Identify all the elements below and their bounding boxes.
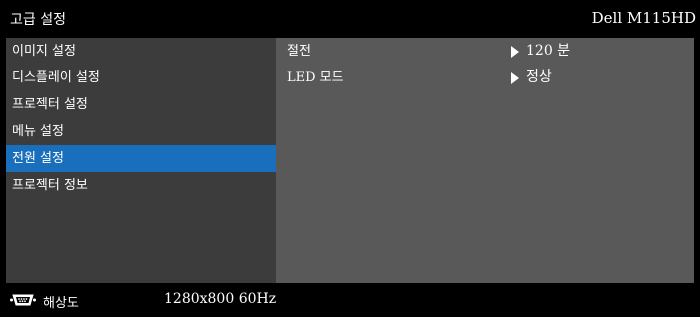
menu-item-image-settings[interactable]: 이미지 설정 xyxy=(6,38,276,65)
projector-osd: 고급 설정 Dell M115HD 이미지 설정 디스플레이 설정 프로젝터 설… xyxy=(0,0,700,317)
setting-label: LED 모드 xyxy=(287,70,344,85)
setting-row-power-saving[interactable]: 절전 120 분 xyxy=(276,38,694,65)
title-bar: 고급 설정 Dell M115HD xyxy=(0,0,700,38)
status-bar: 해상도 1280x800 60Hz xyxy=(0,283,700,317)
menu-item-projector-info[interactable]: 프로젝터 정보 xyxy=(6,172,276,199)
vga-connector-icon xyxy=(10,294,36,306)
triangle-right-icon xyxy=(511,46,519,58)
setting-value: 정상 xyxy=(526,69,552,85)
menu-item-menu-settings[interactable]: 메뉴 설정 xyxy=(6,118,276,145)
menu-item-power-settings[interactable]: 전원 설정 xyxy=(6,145,276,172)
triangle-right-icon xyxy=(511,72,519,84)
settings-menu: 이미지 설정 디스플레이 설정 프로젝터 설정 메뉴 설정 전원 설정 프로젝터… xyxy=(6,38,276,283)
projector-model: Dell M115HD xyxy=(591,9,696,27)
menu-item-projector-settings[interactable]: 프로젝터 설정 xyxy=(6,91,276,118)
setting-label: 절전 xyxy=(287,44,311,59)
menu-item-display-settings[interactable]: 디스플레이 설정 xyxy=(6,64,276,91)
setting-row-led-mode[interactable]: LED 모드 정상 xyxy=(276,64,694,91)
setting-value: 120 분 xyxy=(526,43,571,59)
power-settings-panel: 절전 120 분 LED 모드 정상 xyxy=(276,38,694,283)
resolution-value: 1280x800 60Hz xyxy=(164,291,277,307)
resolution-label: 해상도 xyxy=(43,296,79,311)
menu-title: 고급 설정 xyxy=(10,12,66,28)
